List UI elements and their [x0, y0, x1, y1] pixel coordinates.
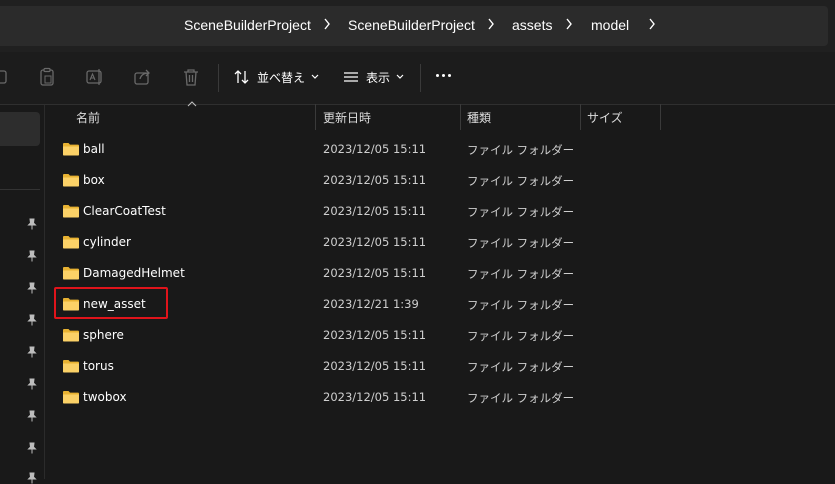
- breadcrumb-item-model[interactable]: model: [591, 17, 629, 33]
- chevron-right-icon[interactable]: [647, 15, 657, 33]
- file-type: ファイル フォルダー: [467, 360, 575, 374]
- file-type: ファイル フォルダー: [467, 143, 575, 157]
- column-divider[interactable]: [460, 104, 461, 130]
- paste-icon[interactable]: [36, 66, 58, 88]
- pin-icon[interactable]: [26, 314, 38, 326]
- delete-icon[interactable]: [180, 66, 202, 88]
- file-row-torus[interactable]: torus 2023/12/05 15:11 ファイル フォルダー: [55, 351, 835, 382]
- file-date: 2023/12/21 1:39: [323, 297, 419, 311]
- address-bar-area: SceneBuilderProject SceneBuilderProject …: [0, 0, 835, 52]
- column-header-date[interactable]: 更新日時: [323, 104, 371, 130]
- highlight-box: [54, 287, 168, 319]
- file-date: 2023/12/05 15:11: [323, 142, 427, 156]
- toolbar-divider: [420, 64, 421, 92]
- file-date: 2023/12/05 15:11: [323, 266, 427, 280]
- toolbar-divider: [218, 64, 219, 92]
- file-name: torus: [83, 359, 114, 373]
- nav-divider: [0, 189, 40, 190]
- copy-icon[interactable]: [0, 66, 14, 88]
- more-icon[interactable]: [436, 74, 451, 77]
- file-type: ファイル フォルダー: [467, 236, 575, 250]
- file-name: ClearCoatTest: [83, 204, 166, 218]
- file-date: 2023/12/05 15:11: [323, 173, 427, 187]
- folder-icon: [63, 360, 79, 373]
- file-type: ファイル フォルダー: [467, 174, 575, 188]
- folder-icon: [63, 143, 79, 156]
- file-name: cylinder: [83, 235, 131, 249]
- share-icon[interactable]: [132, 66, 154, 88]
- pin-icon[interactable]: [26, 378, 38, 390]
- view-label: 表示: [366, 70, 391, 85]
- file-date: 2023/12/05 15:11: [323, 204, 427, 218]
- column-header-date-label: 更新日時: [323, 110, 372, 125]
- file-row-sphere[interactable]: sphere 2023/12/05 15:11 ファイル フォルダー: [55, 320, 835, 351]
- file-date: 2023/12/05 15:11: [323, 359, 427, 373]
- breadcrumb-item-assets[interactable]: assets: [512, 17, 552, 33]
- navigation-pane: [0, 105, 45, 484]
- file-row-ball[interactable]: ball 2023/12/05 15:11 ファイル フォルダー: [55, 134, 835, 165]
- file-name: ball: [83, 142, 105, 156]
- pin-icon[interactable]: [26, 410, 38, 422]
- column-header-name-label: 名前: [76, 110, 101, 125]
- breadcrumb-item-project[interactable]: SceneBuilderProject: [348, 17, 475, 33]
- rename-icon[interactable]: [84, 66, 106, 88]
- file-type: ファイル フォルダー: [467, 205, 575, 219]
- file-name: DamagedHelmet: [83, 266, 185, 280]
- file-name: twobox: [83, 390, 127, 404]
- chevron-down-icon: [311, 74, 319, 79]
- file-name: box: [83, 173, 105, 187]
- file-type: ファイル フォルダー: [467, 298, 575, 312]
- pin-icon[interactable]: [26, 282, 38, 294]
- sort-ascending-icon: [187, 101, 197, 107]
- chevron-right-icon: [324, 18, 330, 30]
- column-divider[interactable]: [580, 104, 581, 130]
- column-header-name[interactable]: 名前: [76, 104, 100, 130]
- folder-icon: [63, 391, 79, 404]
- breadcrumb-item-project-root[interactable]: SceneBuilderProject: [184, 17, 311, 33]
- column-header-type[interactable]: 種類: [467, 104, 491, 130]
- pin-icon[interactable]: [26, 218, 38, 230]
- file-type: ファイル フォルダー: [467, 391, 575, 405]
- file-row-box[interactable]: box 2023/12/05 15:11 ファイル フォルダー: [55, 165, 835, 196]
- file-type: ファイル フォルダー: [467, 329, 575, 343]
- file-date: 2023/12/05 15:11: [323, 235, 427, 249]
- chevron-right-icon: [566, 18, 572, 30]
- column-header-type-label: 種類: [467, 110, 492, 125]
- file-row-twobox[interactable]: twobox 2023/12/05 15:11 ファイル フォルダー: [55, 382, 835, 413]
- column-divider[interactable]: [315, 104, 316, 130]
- column-header-size[interactable]: サイズ: [587, 104, 623, 130]
- sort-button[interactable]: 並べ替え: [233, 64, 319, 90]
- view-button[interactable]: 表示: [342, 64, 404, 90]
- sort-icon: [234, 70, 249, 84]
- chevron-right-icon: [488, 18, 494, 30]
- file-date: 2023/12/05 15:11: [323, 390, 427, 404]
- file-date: 2023/12/05 15:11: [323, 328, 427, 342]
- file-row-damagedhelmet[interactable]: DamagedHelmet 2023/12/05 15:11 ファイル フォルダ…: [55, 258, 835, 289]
- folder-icon: [63, 329, 79, 342]
- file-row-new-asset[interactable]: new_asset 2023/12/21 1:39 ファイル フォルダー: [55, 289, 835, 320]
- folder-icon: [63, 236, 79, 249]
- column-header-size-label: サイズ: [587, 110, 623, 125]
- pin-icon[interactable]: [26, 442, 38, 454]
- command-bar: 並べ替え 表示: [0, 52, 835, 105]
- folder-icon: [63, 205, 79, 218]
- file-name: sphere: [83, 328, 124, 342]
- sort-label: 並べ替え: [257, 70, 306, 85]
- file-row-cylinder[interactable]: cylinder 2023/12/05 15:11 ファイル フォルダー: [55, 227, 835, 258]
- chevron-down-icon: [396, 74, 404, 79]
- folder-icon: [63, 267, 79, 280]
- pin-icon[interactable]: [26, 250, 38, 262]
- pin-icon[interactable]: [26, 346, 38, 358]
- nav-selected-item[interactable]: [0, 112, 40, 146]
- file-type: ファイル フォルダー: [467, 267, 575, 281]
- folder-icon: [63, 174, 79, 187]
- file-row-clearcoattest[interactable]: ClearCoatTest 2023/12/05 15:11 ファイル フォルダ…: [55, 196, 835, 227]
- view-icon: [344, 72, 358, 82]
- column-divider[interactable]: [660, 104, 661, 130]
- pin-icon[interactable]: [26, 472, 38, 484]
